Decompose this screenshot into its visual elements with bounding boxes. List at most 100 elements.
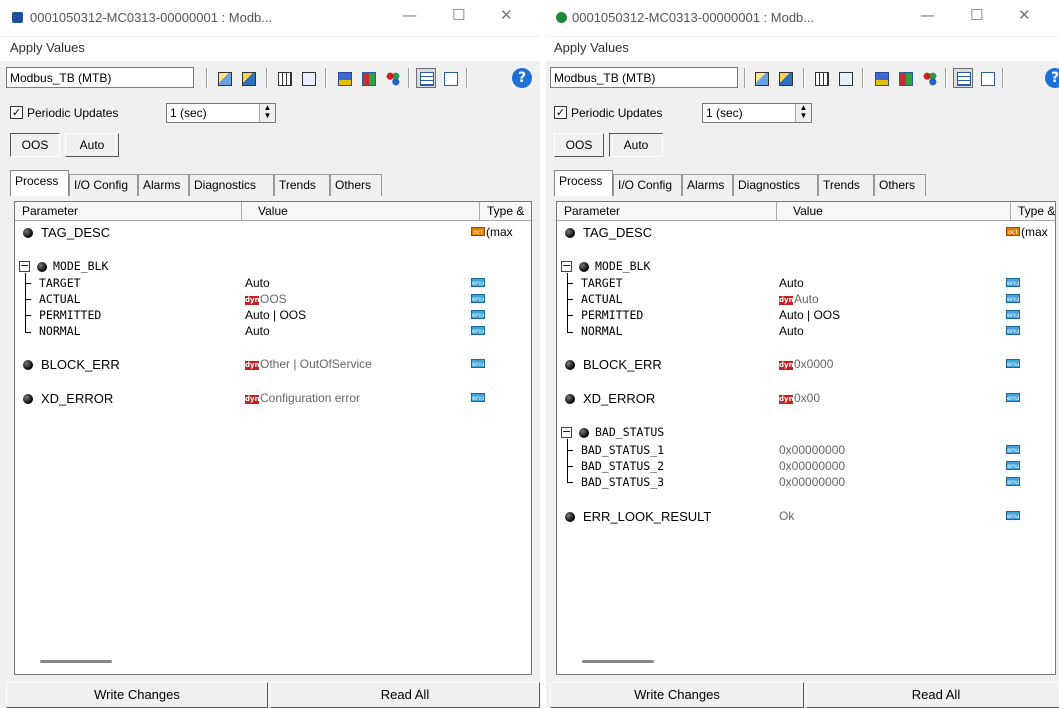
maximize-icon[interactable]: ☐ [970, 6, 983, 24]
write-changes-button[interactable]: Write Changes [6, 682, 268, 708]
tab-others[interactable]: Others [874, 174, 926, 196]
title-bar[interactable]: 0001050312-MC0313-00000001 : Modb... — ☐… [0, 0, 540, 36]
maximize-icon[interactable]: ☐ [452, 6, 465, 24]
param-row-tag-desc[interactable]: TAG_DESC oct (max [15, 225, 531, 240]
param-value[interactable]: Auto [779, 276, 804, 290]
param-value[interactable]: 0x00000000 [779, 475, 845, 489]
detail-view-button[interactable] [977, 68, 997, 88]
param-row-target[interactable]: TARGET Auto enu [15, 276, 531, 291]
menu-apply-values[interactable]: Apply Values [10, 40, 85, 55]
title-bar[interactable]: 0001050312-MC0313-00000001 : Modb... — ☐… [546, 0, 1059, 36]
param-row-mode-blk[interactable]: − MODE_BLK [557, 259, 1055, 274]
periodic-updates-checkbox[interactable]: ✓ [10, 106, 23, 119]
list-view-button[interactable] [953, 68, 973, 88]
tab-trends[interactable]: Trends [274, 174, 330, 196]
collapse-icon[interactable]: − [561, 426, 572, 438]
param-value[interactable]: dyn0x00 [779, 391, 820, 405]
help-icon[interactable]: ? [512, 68, 532, 88]
horizontal-scrollbar[interactable] [14, 660, 532, 674]
param-row-bad-status-1[interactable]: BAD_STATUS_1 0x00000000 enu [557, 443, 1055, 458]
write-changes-button[interactable]: Write Changes [550, 682, 804, 708]
param-row-target[interactable]: TARGET Auto enu [557, 276, 1055, 291]
save-button[interactable] [334, 68, 354, 88]
auto-button[interactable]: Auto [609, 133, 663, 157]
auto-button[interactable]: Auto [65, 133, 119, 157]
minimize-icon[interactable]: — [920, 6, 935, 24]
param-value[interactable]: 0x00000000 [779, 443, 845, 457]
list-view-button[interactable] [416, 68, 436, 88]
tab-process[interactable]: Process [10, 170, 69, 196]
param-row-permitted[interactable]: PERMITTED Auto | OOS enu [15, 308, 531, 323]
column-header-type[interactable]: Type & [1011, 202, 1055, 221]
param-row-err-look-result[interactable]: ERR_LOOK_RESULT Ok enu [557, 509, 1055, 524]
param-row-actual[interactable]: ACTUAL dynAuto enu [557, 292, 1055, 307]
minimize-icon[interactable]: — [402, 6, 417, 24]
tab-others[interactable]: Others [330, 174, 382, 196]
dots-button[interactable] [919, 68, 939, 88]
param-row-tag-desc[interactable]: TAG_DESC oct (max [557, 225, 1055, 240]
param-row-block-err[interactable]: BLOCK_ERR dyn0x0000 enu [557, 357, 1055, 372]
oos-button[interactable]: OOS [10, 133, 60, 157]
oos-button[interactable]: OOS [554, 133, 604, 157]
device-name-field[interactable] [6, 67, 194, 88]
column-header-value[interactable]: Value [777, 202, 1011, 221]
param-value[interactable]: Auto [245, 324, 270, 338]
param-row-normal[interactable]: NORMAL Auto enu [15, 324, 531, 339]
tab-process[interactable]: Process [554, 170, 613, 196]
param-value[interactable]: Auto | OOS [245, 308, 306, 322]
update-rate-stepper[interactable]: 1 (sec) ▲ ▼ [166, 103, 276, 123]
monitor-button[interactable] [811, 68, 831, 88]
edit-all-button[interactable] [775, 68, 795, 88]
close-icon[interactable]: ✕ [1018, 6, 1031, 24]
horizontal-scrollbar[interactable] [556, 660, 1056, 674]
param-row-bad-status-2[interactable]: BAD_STATUS_2 0x00000000 enu [557, 459, 1055, 474]
read-all-button[interactable]: Read All [806, 682, 1059, 708]
transfer-button[interactable] [895, 68, 915, 88]
read-all-button[interactable]: Read All [270, 682, 540, 708]
param-row-xd-error[interactable]: XD_ERROR dyn0x00 enu [557, 391, 1055, 406]
param-row-mode-blk[interactable]: − MODE_BLK [15, 259, 531, 274]
param-value[interactable]: dynOther | OutOfService [245, 357, 372, 371]
tab-io-config[interactable]: I/O Config [613, 174, 682, 196]
periodic-updates-checkbox[interactable]: ✓ [554, 106, 567, 119]
tab-diagnostics[interactable]: Diagnostics [189, 174, 274, 196]
collapse-icon[interactable]: − [19, 260, 30, 272]
help-icon[interactable]: ? [1045, 68, 1059, 88]
param-row-xd-error[interactable]: XD_ERROR dynConfiguration error enu [15, 391, 531, 406]
param-value[interactable]: Auto [245, 276, 270, 290]
tab-alarms[interactable]: Alarms [138, 174, 189, 196]
column-header-parameter[interactable]: Parameter [15, 202, 242, 221]
tab-io-config[interactable]: I/O Config [69, 174, 138, 196]
edit-all-button[interactable] [238, 68, 258, 88]
param-value[interactable]: dynOOS [245, 292, 287, 306]
column-header-type[interactable]: Type & [480, 202, 531, 221]
tab-diagnostics[interactable]: Diagnostics [733, 174, 818, 196]
param-row-permitted[interactable]: PERMITTED Auto | OOS enu [557, 308, 1055, 323]
tab-trends[interactable]: Trends [818, 174, 874, 196]
param-row-block-err[interactable]: BLOCK_ERR dynOther | OutOfService enu [15, 357, 531, 372]
compare-button[interactable] [835, 68, 855, 88]
spin-arrows-icon[interactable]: ▲ ▼ [795, 104, 811, 122]
compare-button[interactable] [298, 68, 318, 88]
menu-apply-values[interactable]: Apply Values [554, 40, 629, 55]
param-value[interactable]: Ok [779, 509, 794, 523]
monitor-button[interactable] [274, 68, 294, 88]
column-header-parameter[interactable]: Parameter [557, 202, 777, 221]
update-rate-stepper[interactable]: 1 (sec) ▲ ▼ [702, 103, 812, 123]
param-value[interactable]: dynAuto [779, 292, 819, 306]
transfer-button[interactable] [358, 68, 378, 88]
spin-arrows-icon[interactable]: ▲ ▼ [259, 104, 275, 122]
tab-alarms[interactable]: Alarms [682, 174, 733, 196]
scrollbar-thumb[interactable] [582, 660, 654, 663]
param-value[interactable]: Auto [779, 324, 804, 338]
param-row-normal[interactable]: NORMAL Auto enu [557, 324, 1055, 339]
close-icon[interactable]: ✕ [500, 6, 513, 24]
param-value[interactable]: dynConfiguration error [245, 391, 360, 405]
collapse-icon[interactable]: − [561, 260, 572, 272]
param-row-bad-status-3[interactable]: BAD_STATUS_3 0x00000000 enu [557, 475, 1055, 490]
param-value[interactable]: dyn0x0000 [779, 357, 833, 371]
device-name-field[interactable] [550, 67, 738, 88]
scrollbar-thumb[interactable] [40, 660, 112, 663]
param-row-bad-status[interactable]: − BAD_STATUS [557, 425, 1055, 440]
detail-view-button[interactable] [440, 68, 460, 88]
